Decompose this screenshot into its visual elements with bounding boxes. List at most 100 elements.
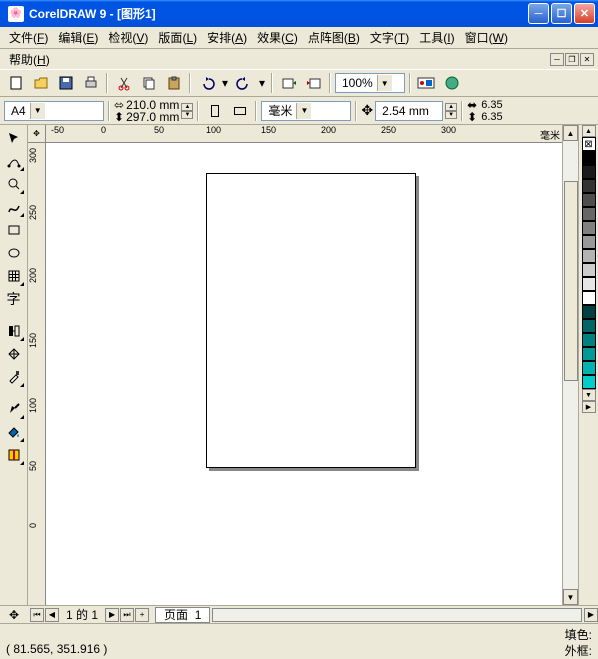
color-swatch[interactable]	[582, 305, 596, 319]
spin-up[interactable]: ▲	[445, 103, 457, 111]
polygon-tool[interactable]	[2, 265, 25, 287]
doc-restore-button[interactable]: ❐	[565, 53, 579, 66]
scroll-up-button[interactable]: ▲	[563, 125, 578, 141]
menu-view[interactable]: 检视(V)	[103, 27, 153, 48]
paste-button[interactable]	[162, 72, 185, 94]
color-swatch[interactable]	[582, 291, 596, 305]
menu-bitmaps[interactable]: 点阵图(B)	[303, 27, 365, 48]
portrait-button[interactable]	[203, 100, 226, 122]
dup-y-value[interactable]: 6.35	[481, 111, 502, 123]
dup-x-value[interactable]: 6.35	[481, 99, 502, 111]
menu-layout[interactable]: 版面(L)	[153, 27, 202, 48]
outline-tool[interactable]	[2, 398, 25, 420]
color-swatch[interactable]	[582, 319, 596, 333]
copy-button[interactable]	[137, 72, 160, 94]
text-tool[interactable]: 字	[2, 288, 25, 310]
open-button[interactable]	[29, 72, 52, 94]
close-button[interactable]: ✕	[574, 3, 595, 24]
export-button[interactable]	[302, 72, 325, 94]
scroll-right-button[interactable]: ▶	[584, 608, 598, 622]
palette-scroll-up[interactable]: ▲	[582, 125, 596, 137]
fill-tool[interactable]	[2, 421, 25, 443]
drawing-canvas[interactable]	[46, 143, 562, 605]
landscape-button[interactable]	[228, 100, 251, 122]
ellipse-tool[interactable]	[2, 242, 25, 264]
new-button[interactable]	[4, 72, 27, 94]
ruler-origin[interactable]: ✥	[28, 125, 46, 143]
menu-help[interactable]: 帮助(H)	[4, 49, 55, 70]
zoom-tool[interactable]	[2, 173, 25, 195]
save-button[interactable]	[54, 72, 77, 94]
page-prev-button[interactable]: ◀	[45, 608, 59, 622]
page-next-button[interactable]: ▶	[105, 608, 119, 622]
page-tab[interactable]: 页面 1	[155, 607, 210, 623]
paper-size-combo[interactable]: A4 ▼	[4, 101, 104, 121]
menu-text[interactable]: 文字(T)	[365, 27, 414, 48]
color-swatch[interactable]	[582, 333, 596, 347]
vertical-ruler[interactable]: 300 250 200 150 100 50 0	[28, 143, 46, 605]
interactive-fill-tool[interactable]	[2, 320, 25, 342]
color-swatch[interactable]	[582, 165, 596, 179]
doc-minimize-button[interactable]: ─	[550, 53, 564, 66]
toolbox: 字	[0, 125, 28, 605]
vertical-scrollbar[interactable]: ▲ ▼	[562, 125, 578, 605]
corel-online-button[interactable]	[440, 72, 463, 94]
menu-file[interactable]: 文件(F)	[4, 27, 53, 48]
palette-flyout[interactable]: ▶	[582, 401, 596, 413]
color-swatch[interactable]	[582, 151, 596, 165]
app-launcher-button[interactable]	[415, 72, 438, 94]
nudge-icon: ✥	[361, 102, 373, 119]
menu-arrange[interactable]: 安排(A)	[202, 27, 252, 48]
page-height[interactable]: 297.0 mm	[126, 110, 179, 124]
color-swatch[interactable]	[582, 347, 596, 361]
redo-button[interactable]	[232, 72, 255, 94]
menu-effects[interactable]: 效果(C)	[252, 27, 303, 48]
page-first-button[interactable]: ⏮	[30, 608, 44, 622]
spin-up[interactable]: ▲	[181, 103, 193, 111]
undo-dropdown[interactable]: ▾	[220, 72, 230, 94]
page-counter: 1 的 1	[60, 606, 104, 623]
units-combo[interactable]: 毫米 ▼	[261, 101, 351, 121]
color-swatch[interactable]	[582, 207, 596, 221]
spin-down[interactable]: ▼	[181, 111, 193, 119]
import-button[interactable]	[277, 72, 300, 94]
eyedropper-tool[interactable]	[2, 366, 25, 388]
color-swatch[interactable]	[582, 277, 596, 291]
print-button[interactable]	[79, 72, 102, 94]
color-swatch[interactable]	[582, 221, 596, 235]
color-swatch[interactable]	[582, 361, 596, 375]
pick-tool[interactable]	[2, 127, 25, 149]
no-color-swatch[interactable]: ⊠	[582, 137, 596, 151]
color-swatch[interactable]	[582, 179, 596, 193]
scroll-down-button[interactable]: ▼	[563, 589, 578, 605]
zoom-combo[interactable]: 100% ▼	[335, 73, 405, 93]
nudge-input[interactable]: 2.54 mm	[375, 101, 443, 121]
palette-scroll-down[interactable]: ▼	[582, 389, 596, 401]
horizontal-ruler[interactable]: -50 0 50 100 150 200 250 300 毫米	[46, 125, 562, 143]
menu-tools[interactable]: 工具(I)	[414, 27, 459, 48]
spin-down[interactable]: ▼	[445, 111, 457, 119]
page-add-button[interactable]: +	[135, 608, 149, 622]
minimize-button[interactable]: ─	[528, 3, 549, 24]
redo-dropdown[interactable]: ▾	[257, 72, 267, 94]
interactive-transparency-tool[interactable]	[2, 343, 25, 365]
color-swatch[interactable]	[582, 193, 596, 207]
maximize-button[interactable]: ☐	[551, 3, 572, 24]
shape-tool[interactable]	[2, 150, 25, 172]
pan-icon[interactable]: ✥	[0, 608, 28, 622]
freehand-tool[interactable]	[2, 196, 25, 218]
doc-close-button[interactable]: ✕	[580, 53, 594, 66]
interactive-mesh-tool[interactable]	[2, 444, 25, 466]
rectangle-tool[interactable]	[2, 219, 25, 241]
color-swatch[interactable]	[582, 249, 596, 263]
color-swatch[interactable]	[582, 263, 596, 277]
scroll-thumb[interactable]	[564, 181, 578, 381]
color-swatch[interactable]	[582, 375, 596, 389]
menu-window[interactable]: 窗口(W)	[460, 27, 513, 48]
color-swatch[interactable]	[582, 235, 596, 249]
menu-edit[interactable]: 编辑(E)	[53, 27, 103, 48]
horizontal-scrollbar[interactable]	[212, 608, 582, 622]
page-last-button[interactable]: ⏭	[120, 608, 134, 622]
undo-button[interactable]	[195, 72, 218, 94]
cut-button[interactable]	[112, 72, 135, 94]
